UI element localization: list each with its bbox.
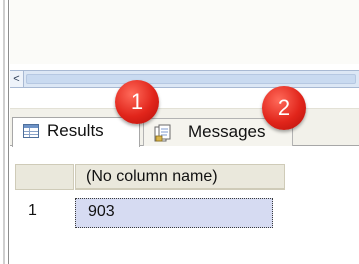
messages-document-icon — [154, 124, 171, 142]
left-panel-edge — [0, 0, 9, 264]
grid-header-row: (No column name) — [10, 164, 359, 191]
tab-results-label: Results — [47, 121, 104, 140]
result-cell[interactable]: 903 — [75, 198, 273, 228]
tab-results[interactable]: Results — [12, 117, 140, 147]
query-editor-area[interactable] — [10, 0, 359, 64]
results-grid[interactable]: (No column name) 1 903 — [10, 160, 359, 264]
left-panel-edge-line — [3, 0, 5, 264]
scroll-left-arrow-icon: < — [13, 73, 20, 85]
annotation-badge-2: 2 — [262, 86, 306, 130]
tab-messages-label: Messages — [188, 122, 266, 141]
grid-results-icon — [23, 124, 39, 138]
scroll-left-button[interactable]: < — [10, 71, 24, 87]
scrollbar-thumb[interactable] — [26, 74, 356, 84]
column-header-label: (No column name) — [86, 168, 218, 185]
column-header[interactable]: (No column name) — [75, 164, 285, 190]
annotation-badge-1: 1 — [115, 80, 159, 124]
row-number-label: 1 — [28, 202, 37, 219]
editor-horizontal-scrollbar[interactable]: < — [10, 70, 359, 88]
table-row[interactable]: 1 903 — [10, 198, 359, 228]
row-number-cell[interactable]: 1 — [15, 198, 74, 228]
grid-corner-cell[interactable] — [15, 164, 74, 190]
result-cell-value: 903 — [88, 203, 115, 220]
